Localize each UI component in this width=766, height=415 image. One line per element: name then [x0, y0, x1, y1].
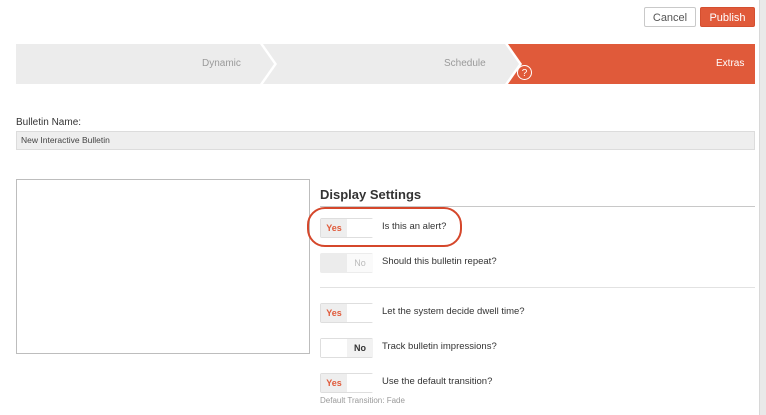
- repeat-question: Should this bulletin repeat?: [382, 256, 497, 267]
- dwell-time-question: Let the system decide dwell time?: [382, 306, 525, 317]
- dwell-time-toggle[interactable]: Yes: [320, 303, 373, 323]
- wizard-steps: Dynamic Schedule Extras ?: [16, 44, 755, 84]
- default-transition-note: Default Transition: Fade: [320, 396, 405, 405]
- repeat-toggle[interactable]: No: [320, 253, 373, 273]
- impressions-question: Track bulletin impressions?: [382, 341, 497, 352]
- step-schedule-label[interactable]: Schedule: [444, 44, 486, 84]
- alert-highlight-annotation: [307, 207, 462, 247]
- step-dynamic-label[interactable]: Dynamic: [202, 44, 241, 84]
- settings-separator: [320, 287, 755, 288]
- transition-question: Use the default transition?: [382, 376, 493, 387]
- wizard-steps-background: [16, 44, 755, 84]
- step-extras-label[interactable]: Extras: [716, 44, 744, 84]
- repeat-toggle-yes: [321, 254, 347, 272]
- publish-button[interactable]: Publish: [700, 7, 755, 27]
- bulletin-preview: [16, 179, 310, 354]
- repeat-toggle-no: No: [347, 254, 373, 272]
- transition-toggle-no: [347, 374, 373, 392]
- impressions-toggle-yes: [321, 339, 347, 357]
- dwell-time-toggle-yes: Yes: [321, 304, 347, 322]
- display-settings-title: Display Settings: [320, 187, 422, 202]
- help-icon[interactable]: ?: [517, 65, 532, 80]
- transition-toggle-yes: Yes: [321, 374, 347, 392]
- impressions-toggle-no: No: [347, 339, 373, 357]
- cancel-button[interactable]: Cancel: [644, 7, 696, 27]
- scrollbar-track: [759, 0, 766, 415]
- transition-toggle[interactable]: Yes: [320, 373, 373, 393]
- dwell-time-toggle-no: [347, 304, 373, 322]
- bulletin-name-label: Bulletin Name:: [16, 117, 82, 128]
- impressions-toggle[interactable]: No: [320, 338, 373, 358]
- bulletin-name-field[interactable]: New Interactive Bulletin: [16, 131, 755, 150]
